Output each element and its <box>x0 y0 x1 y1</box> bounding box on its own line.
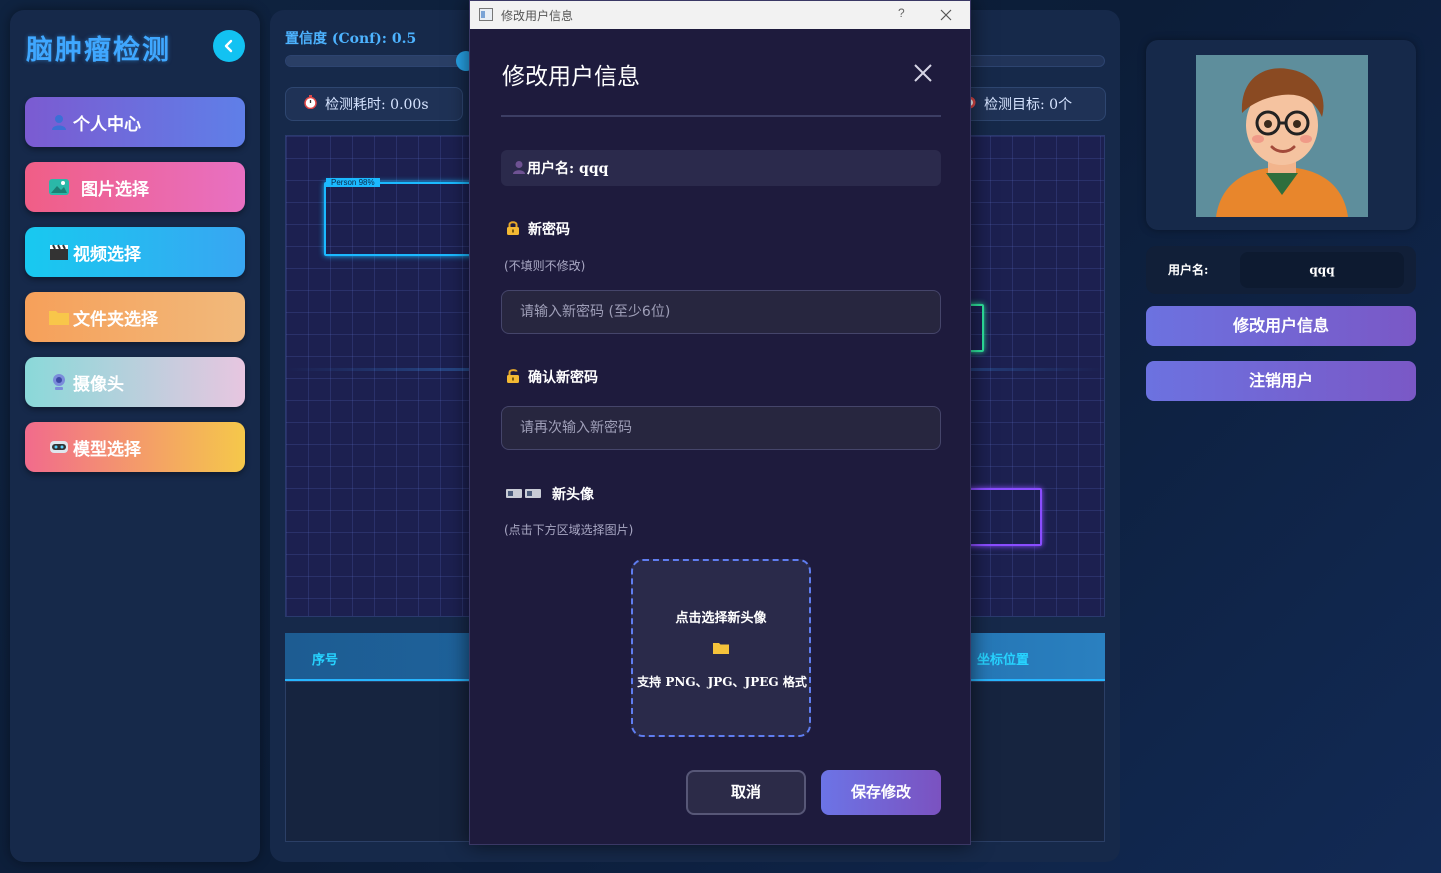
detection-box: Person 98% <box>324 178 484 256</box>
collapse-sidebar-button[interactable] <box>213 30 245 62</box>
window-icon <box>479 8 493 21</box>
avatar-picker[interactable]: 点击选择新头像 支持 PNG、JPG、JPEG 格式 <box>631 559 811 737</box>
username-label: 用户名: <box>1168 263 1209 277</box>
app-title: 脑肿瘤检测 <box>26 35 171 66</box>
detection-time-box: 检测耗时: 0.00s <box>285 87 463 121</box>
sidebar-item-video[interactable]: 视频选择 <box>25 227 245 277</box>
edit-user-dialog: 修改用户信息 ? 修改用户信息 用户名: qqq 新密码 (不填则不修改) 请输… <box>469 0 971 845</box>
window-title: 修改用户信息 <box>501 9 574 23</box>
sidebar-item-label: 图片选择 <box>81 179 149 200</box>
confirm-password-input[interactable]: 请再次输入新密码 <box>501 406 941 450</box>
avatar-card <box>1146 40 1416 230</box>
detection-count-text: 检测目标: 0个 <box>984 97 1073 113</box>
dialog-close-button[interactable] <box>911 61 935 85</box>
avatar-picker-title: 点击选择新头像 <box>675 611 767 626</box>
webcam-icon <box>47 372 71 392</box>
stopwatch-icon <box>304 95 317 113</box>
sidebar-item-label: 视频选择 <box>73 244 141 265</box>
detection-time-text: 检测耗时: 0.00s <box>325 97 429 113</box>
confirm-password-label-text: 确认新密码 <box>528 370 598 386</box>
detection-tag: Person 98% <box>326 178 380 187</box>
clapperboard-icon <box>47 242 71 262</box>
current-username-text: 用户名: qqq <box>527 161 609 177</box>
lock-icon <box>506 220 520 239</box>
sidebar: 脑肿瘤检测 个人中心 图片选择 视频选择 文件夹选择 摄像头 模型选择 <box>10 10 260 862</box>
edit-user-info-button[interactable]: 修改用户信息 <box>1146 306 1416 346</box>
column-header-index: 序号 <box>312 653 339 668</box>
sidebar-item-label: 模型选择 <box>73 439 141 460</box>
confidence-label: 置信度 (Conf): 0.5 <box>285 31 417 47</box>
save-button[interactable]: 保存修改 <box>821 770 941 815</box>
user-icon <box>47 112 71 132</box>
logout-user-button[interactable]: 注销用户 <box>1146 361 1416 401</box>
id-card-icon <box>506 487 542 502</box>
image-icon <box>47 177 71 197</box>
divider <box>501 115 941 117</box>
close-icon <box>914 64 932 82</box>
window-close-button[interactable] <box>940 4 956 24</box>
sidebar-item-label: 文件夹选择 <box>73 309 158 330</box>
new-avatar-hint: (点击下方区域选择图片) <box>504 523 634 537</box>
detection-count-box: 检测目标: 0个 <box>948 87 1106 121</box>
folder-icon <box>713 643 729 654</box>
help-button[interactable]: ? <box>898 6 905 20</box>
sidebar-item-model[interactable]: 模型选择 <box>25 422 245 472</box>
new-avatar-label-text: 新头像 <box>552 487 594 503</box>
confidence-slider-fill <box>286 56 466 66</box>
sidebar-item-label: 摄像头 <box>73 374 124 395</box>
cancel-button[interactable]: 取消 <box>686 770 806 815</box>
sidebar-item-image[interactable]: 图片选择 <box>25 162 245 212</box>
user-panel: 用户名: qqq 修改用户信息 注销用户 <box>1130 10 1430 862</box>
new-password-input[interactable]: 请输入新密码 (至少6位) <box>501 290 941 334</box>
user-icon <box>513 160 525 177</box>
avatar <box>1196 55 1368 217</box>
folder-icon <box>47 307 71 327</box>
new-password-label: 新密码 <box>506 219 570 239</box>
new-avatar-label: 新头像 <box>506 484 594 504</box>
current-username-box: 用户名: qqq <box>501 150 941 186</box>
username-row: 用户名: qqq <box>1146 246 1416 294</box>
sidebar-item-label: 个人中心 <box>73 114 141 135</box>
new-password-label-text: 新密码 <box>528 222 570 238</box>
dialog-titlebar[interactable]: 修改用户信息 ? <box>470 1 970 29</box>
close-icon <box>940 9 952 21</box>
avatar-picker-formats: 支持 PNG、JPG、JPEG 格式 <box>637 675 807 689</box>
confirm-password-label: 确认新密码 <box>506 367 598 387</box>
sidebar-item-camera[interactable]: 摄像头 <box>25 357 245 407</box>
chevron-left-icon <box>224 39 233 53</box>
unlock-icon <box>506 368 520 387</box>
dialog-heading: 修改用户信息 <box>502 64 640 90</box>
robot-icon <box>47 437 71 457</box>
sidebar-item-profile[interactable]: 个人中心 <box>25 97 245 147</box>
sidebar-item-folder[interactable]: 文件夹选择 <box>25 292 245 342</box>
username-value: qqq <box>1240 252 1404 288</box>
column-header-coordinates: 坐标位置 <box>977 653 1030 668</box>
new-password-hint: (不填则不修改) <box>504 259 586 273</box>
